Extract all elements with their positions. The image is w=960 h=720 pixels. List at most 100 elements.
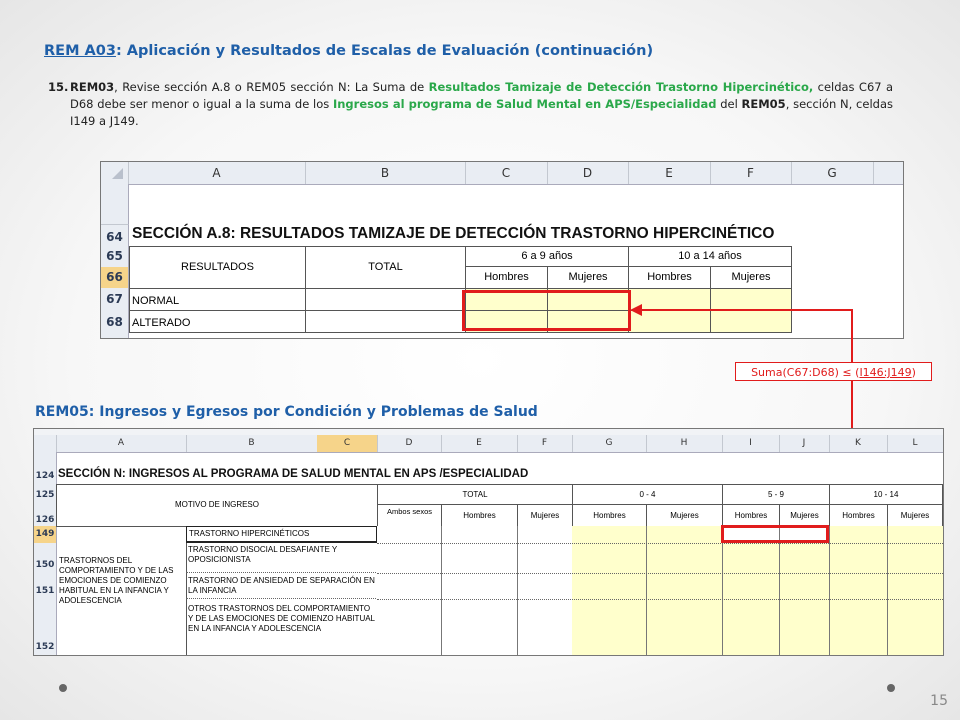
total-data-area[interactable] [377,526,573,655]
col-header-g: G [791,162,874,184]
highlight-resultados: Resultados Tamizaje de Detección Trastor… [428,80,814,94]
row-header-125: 125 [34,484,57,506]
motivo-header: MOTIVO DE INGRESO [56,484,378,527]
group-5-9-header: 5 - 9 [722,484,830,505]
formula-right: ) [911,366,916,379]
text-part: del [716,97,742,111]
mujeres-header: Mujeres [710,266,792,289]
rem-a03-link[interactable]: REM A03 [44,43,116,59]
connector-line [851,310,853,363]
item-number: 15. [48,80,69,94]
mujeres-header: Mujeres [547,266,629,289]
grid-line [441,526,442,655]
rem05-ref: REM05 [741,97,786,111]
row-150-label: TRASTORNO DISOCIAL DESAFIANTE Y OPOSICIO… [186,543,378,573]
hombres-header: Hombres [441,504,518,527]
grid-line [517,526,518,655]
row-header-151: 151 [34,573,57,600]
col-header-e: E [441,435,518,452]
col-header-c: C [317,435,378,452]
col-header-h: H [646,435,723,452]
hombres-header: Hombres [465,266,548,289]
arrowhead-icon [630,304,642,316]
formula-note: Suma(C67:D68) ≤ (I146:J149) [735,362,932,381]
row-header-124: 124 [34,468,57,485]
total-cell-67[interactable] [305,288,466,311]
row-header-150: 150 [34,543,57,574]
page-title: REM A03: Aplicación y Resultados de Esca… [44,43,653,59]
section-n-title: SECCIÓN N: INGRESOS AL PROGRAMA DE SALUD… [58,468,529,480]
grid-line [779,526,780,655]
grid-line [377,543,943,544]
text-part: , Revise sección A.8 o REM05 sección N: … [114,80,429,94]
grid-line [722,526,723,655]
hombres-header: Hombres [829,504,888,527]
group-10-14-header: 10 a 14 años [628,246,792,267]
col-header-b: B [305,162,466,184]
connector-line [640,309,853,311]
hombres-header: Hombres [722,504,780,527]
decor-dot [59,684,67,692]
group-10-14-header: 10 - 14 [829,484,943,505]
select-all-corner [101,162,129,184]
decor-dot [887,684,895,692]
total-cell-68[interactable] [305,310,466,333]
row-149-label: TRASTORNO HIPERCINÉTICOS [186,526,378,543]
row-header-67: 67 [101,288,129,311]
row-header-blank [101,184,129,225]
ambos-sexos-header: Ambos sexos [377,504,442,527]
row-151-label: TRASTORNO DE ANSIEDAD DE SEPARACIÓN EN L… [186,573,378,599]
group-0-4-header: 0 - 4 [572,484,723,505]
row-header-152: 152 [34,599,57,655]
col-header-a: A [56,435,187,452]
mujeres-header: Mujeres [517,504,573,527]
total-header: TOTAL [305,246,466,289]
mujeres-header: Mujeres [779,504,830,527]
formula-left: Suma(C67:D68) ≤ ( [751,366,860,379]
category-label: TRASTORNOS DEL COMPORTAMIENTO Y DE LAS E… [56,526,187,655]
highlight-ingresos: Ingresos al programa de Salud Mental en … [332,97,717,111]
cell-f68[interactable] [710,310,792,333]
grid-line [646,526,647,655]
page-number: 15 [930,693,948,709]
grid-line [377,599,943,600]
col-header-g: G [572,435,647,452]
instruction-paragraph: 15. REM03, Revise sección A.8 o REM05 se… [48,79,893,130]
row-header-68: 68 [101,310,129,338]
row-header-149: 149 [34,526,57,544]
col-header-k: K [829,435,888,452]
grid-line [829,526,830,655]
row-header-64: 64 [101,224,129,247]
col-header-i: I [722,435,780,452]
rem05-subheading: REM05: Ingresos y Egresos por Condición … [35,404,538,420]
row-152-label: OTROS TRASTORNOS DEL COMPORTAMIENTO Y DE… [186,599,378,655]
row-normal-label: NORMAL [129,288,306,311]
grid-line [377,573,943,574]
total-header: TOTAL [377,484,573,505]
col-header-d: D [377,435,442,452]
col-header-c: C [465,162,548,184]
resultados-header: RESULTADOS [129,246,306,289]
highlight-c67-d68 [462,290,631,331]
select-all-corner [34,435,57,452]
hombres-header: Hombres [628,266,711,289]
col-header-e: E [628,162,711,184]
highlight-i149-j149 [721,525,829,543]
grid-line [887,526,888,655]
cell-f67[interactable] [710,288,792,311]
group-6-9-header: 6 a 9 años [465,246,629,267]
col-header-d: D [547,162,629,184]
mujeres-header: Mujeres [646,504,723,527]
col-header-b: B [186,435,318,452]
row-header-65: 65 [101,246,129,268]
col-header-l: L [887,435,943,452]
row-alterado-label: ALTERADO [129,310,306,333]
formula-ref: I146:J149 [859,366,912,379]
col-header-j: J [779,435,830,452]
title-text: : Aplicación y Resultados de Escalas de … [115,43,654,59]
row-header-126: 126 [34,505,57,527]
rem03-ref: REM03 [70,80,115,94]
section-a8-title: SECCIÓN A.8: RESULTADOS TAMIZAJE DE DETE… [132,225,775,242]
col-header-a: A [128,162,306,184]
hombres-header: Hombres [572,504,647,527]
